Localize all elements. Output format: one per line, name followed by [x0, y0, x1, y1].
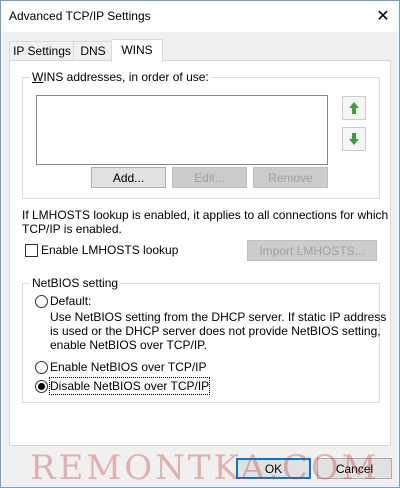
netbios-disable-radio[interactable] [35, 380, 48, 393]
move-up-button[interactable] [342, 96, 366, 120]
netbios-disable-label[interactable]: Disable NetBIOS over TCP/IP [48, 377, 211, 395]
netbios-enable-radio[interactable] [35, 361, 48, 374]
title-bar[interactable]: Advanced TCP/IP Settings ✕ [1, 1, 399, 32]
tab-wins[interactable]: WINS [111, 39, 163, 62]
wins-addresses-group-label: WINS addresses, in order of use: [30, 70, 211, 84]
netbios-group-label: NetBIOS setting [30, 276, 121, 290]
move-down-button[interactable] [342, 127, 366, 151]
lmhosts-info-line-2: TCP/IP is enabled. [22, 222, 122, 236]
tab-dns[interactable]: DNS [73, 41, 113, 61]
cancel-button[interactable]: Cancel [317, 458, 392, 479]
netbios-default-radio[interactable] [35, 295, 48, 308]
ok-button[interactable]: OK [236, 458, 311, 479]
edit-button[interactable]: Edit... [172, 167, 247, 188]
netbios-enable-label[interactable]: Enable NetBIOS over TCP/IP [50, 359, 207, 375]
arrow-down-icon [349, 133, 359, 145]
wins-address-list[interactable] [36, 95, 328, 165]
enable-lmhosts-checkbox[interactable] [25, 244, 38, 257]
close-icon: ✕ [376, 8, 390, 25]
arrow-up-icon [349, 102, 359, 114]
add-button[interactable]: Add... [91, 167, 166, 188]
netbios-default-label[interactable]: Default: [50, 293, 91, 309]
enable-lmhosts-label[interactable]: Enable LMHOSTS lookup [41, 242, 178, 258]
close-button[interactable]: ✕ [367, 5, 399, 29]
tab-strip: IP Settings DNS WINS [9, 39, 391, 62]
remove-button[interactable]: Remove [253, 167, 328, 188]
window-title: Advanced TCP/IP Settings [9, 9, 151, 23]
netbios-default-desc-3: enable NetBIOS over TCP/IP. [50, 338, 207, 352]
dialog-window: Advanced TCP/IP Settings ✕ IP Settings D… [0, 0, 400, 488]
wins-tab-panel: WINS addresses, in order of use: Add... … [9, 60, 391, 446]
import-lmhosts-button[interactable]: Import LMHOSTS... [247, 240, 377, 261]
tab-ip-settings[interactable]: IP Settings [9, 41, 75, 61]
